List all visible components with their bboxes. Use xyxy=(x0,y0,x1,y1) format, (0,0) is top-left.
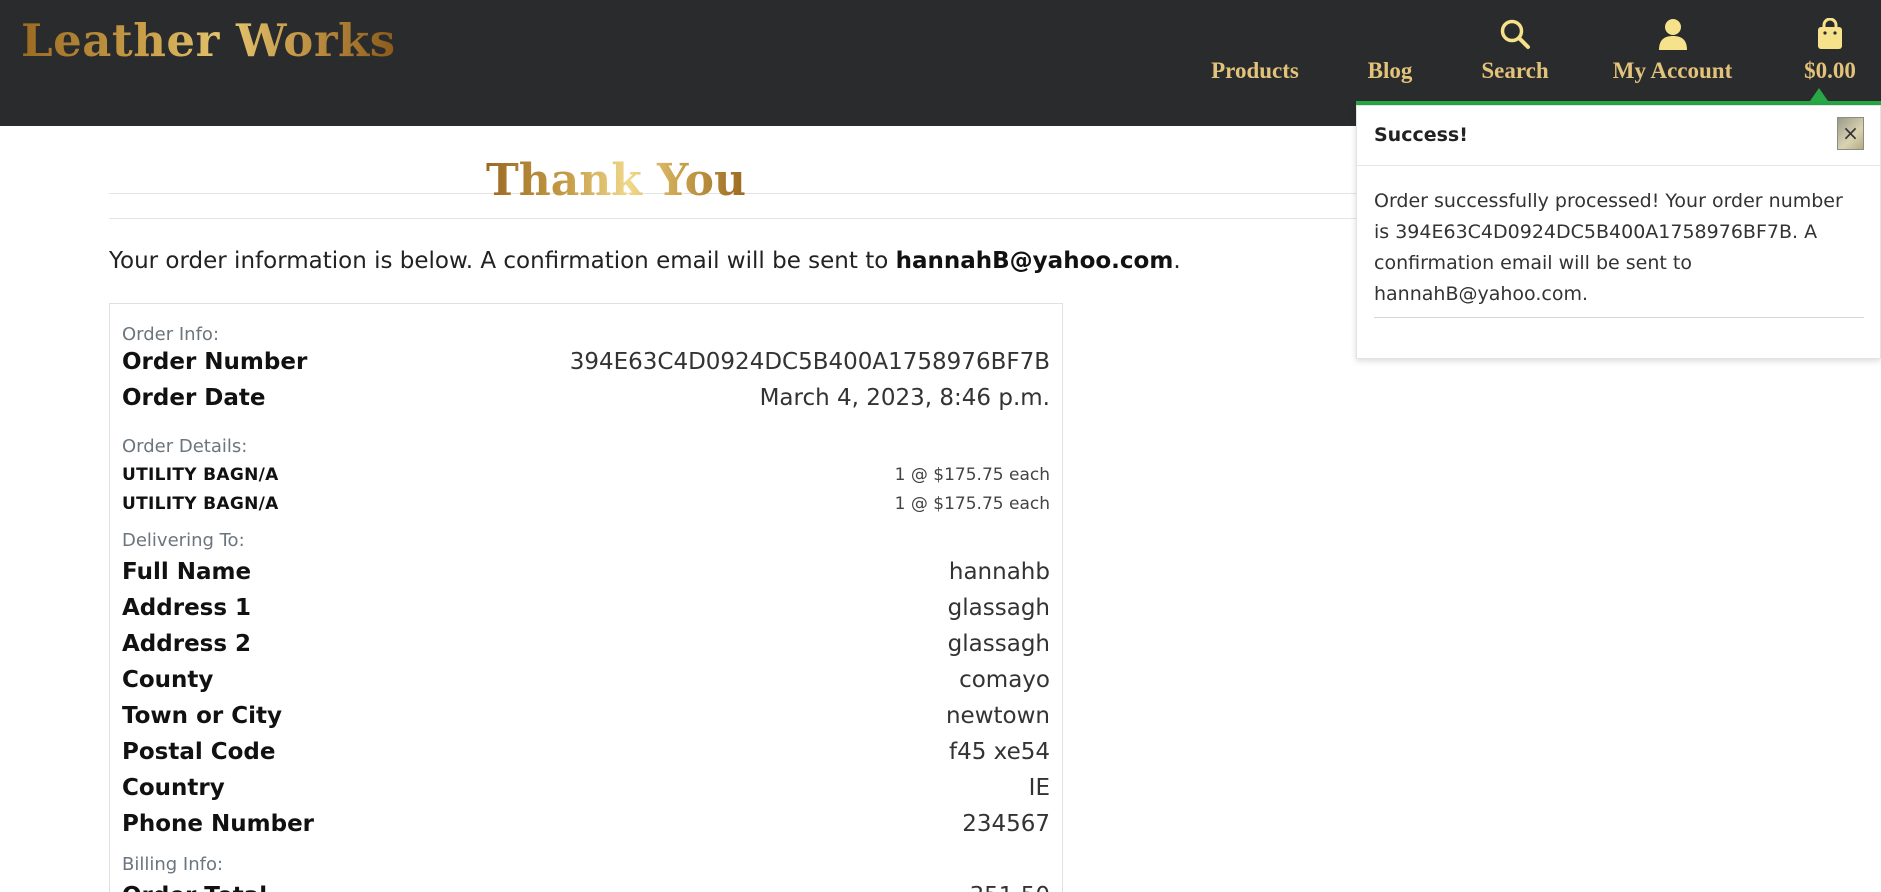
shopping-bag-icon xyxy=(1816,17,1844,56)
billing-info-label: Billing Info: xyxy=(122,854,224,875)
success-toast: Success! × Order successfully processed!… xyxy=(1356,105,1881,359)
order-total-value: 351.50 xyxy=(970,883,1050,892)
intro-email: hannahB@yahoo.com xyxy=(895,248,1174,274)
order-info-label: Order Info: xyxy=(122,324,220,345)
delivery-value: comayo xyxy=(959,667,1050,693)
delivery-row-county: County comayo xyxy=(122,667,1050,699)
order-total-row: Order Total 351.50 xyxy=(122,883,1050,892)
delivery-row-address-2: Address 2 glassagh xyxy=(122,631,1050,663)
delivery-label: Address 2 xyxy=(122,631,252,657)
delivery-label: Phone Number xyxy=(122,811,315,837)
site-logo[interactable]: Leather Works xyxy=(21,14,396,67)
toast-title: Success! xyxy=(1374,124,1468,146)
delivery-row-country: Country IE xyxy=(122,775,1050,807)
delivery-label: County xyxy=(122,667,214,693)
nav-products-label: Products xyxy=(1211,58,1299,83)
order-item-name: UTILITY BAGN/A xyxy=(122,465,279,485)
order-item-row: UTILITY BAGN/A 1 @ $175.75 each xyxy=(122,494,1050,526)
delivery-row-address-1: Address 1 glassagh xyxy=(122,595,1050,627)
delivery-label: Country xyxy=(122,775,225,801)
order-item-row: UTILITY BAGN/A 1 @ $175.75 each xyxy=(122,465,1050,497)
delivery-value: 234567 xyxy=(962,811,1050,837)
page-title: Thank You xyxy=(486,155,746,206)
intro-end: . xyxy=(1173,248,1181,274)
delivery-label: Postal Code xyxy=(122,739,276,765)
delivery-value: hannahb xyxy=(948,559,1050,585)
delivery-row-phone: Phone Number 234567 xyxy=(122,811,1050,843)
order-number-label: Order Number xyxy=(122,349,308,375)
order-date-label: Order Date xyxy=(122,385,266,411)
delivery-value: IE xyxy=(1028,775,1050,801)
delivery-value: newtown xyxy=(945,703,1050,729)
delivery-value: glassagh xyxy=(947,595,1050,621)
close-icon: × xyxy=(1842,121,1859,145)
order-date-row: Order Date March 4, 2023, 8:46 p.m. xyxy=(122,385,1050,417)
delivery-label: Address 1 xyxy=(122,595,252,621)
order-total-label: Order Total xyxy=(122,883,267,892)
order-item-quantity: 1 @ $175.75 each xyxy=(894,465,1050,485)
order-number-value: 394E63C4D0924DC5B400A1758976BF7B xyxy=(569,349,1050,375)
delivery-row-town: Town or City newtown xyxy=(122,703,1050,735)
delivery-label: Full Name xyxy=(122,559,252,585)
title-divider-bottom xyxy=(109,218,1356,219)
delivery-row-full-name: Full Name hannahb xyxy=(122,559,1050,591)
order-item-quantity: 1 @ $175.75 each xyxy=(894,494,1050,514)
confirmation-intro: Your order information is below. A confi… xyxy=(109,248,1181,274)
nav-blog-label: Blog xyxy=(1367,58,1413,83)
nav-my-account-label: My Account xyxy=(1612,58,1733,83)
toast-divider xyxy=(1374,317,1864,318)
intro-text: Your order information is below. A confi… xyxy=(109,248,896,274)
close-button[interactable]: × xyxy=(1837,117,1864,150)
delivery-value: f45 xe54 xyxy=(949,739,1050,765)
cart-total: $0.00 xyxy=(1804,58,1856,83)
toast-header: Success! × xyxy=(1357,106,1880,166)
delivery-value: glassagh xyxy=(947,631,1050,657)
order-item-name: UTILITY BAGN/A xyxy=(122,494,279,514)
delivery-row-postal-code: Postal Code f45 xe54 xyxy=(122,739,1050,771)
toast-message: Order successfully processed! Your order… xyxy=(1374,190,1843,305)
delivery-label: Town or City xyxy=(122,703,282,729)
order-date-value: March 4, 2023, 8:46 p.m. xyxy=(759,385,1050,411)
order-summary-card: Order Info: Order Number 394E63C4D0924DC… xyxy=(109,303,1063,892)
delivering-to-label: Delivering To: xyxy=(122,530,245,551)
search-icon xyxy=(1499,18,1531,56)
nav-search-label: Search xyxy=(1481,58,1549,83)
toast-caret xyxy=(1810,88,1828,101)
user-icon xyxy=(1658,18,1688,56)
order-details-label: Order Details: xyxy=(122,436,248,457)
order-number-row: Order Number 394E63C4D0924DC5B400A175897… xyxy=(122,349,1050,381)
nav-products[interactable]: Products xyxy=(1200,0,1310,126)
